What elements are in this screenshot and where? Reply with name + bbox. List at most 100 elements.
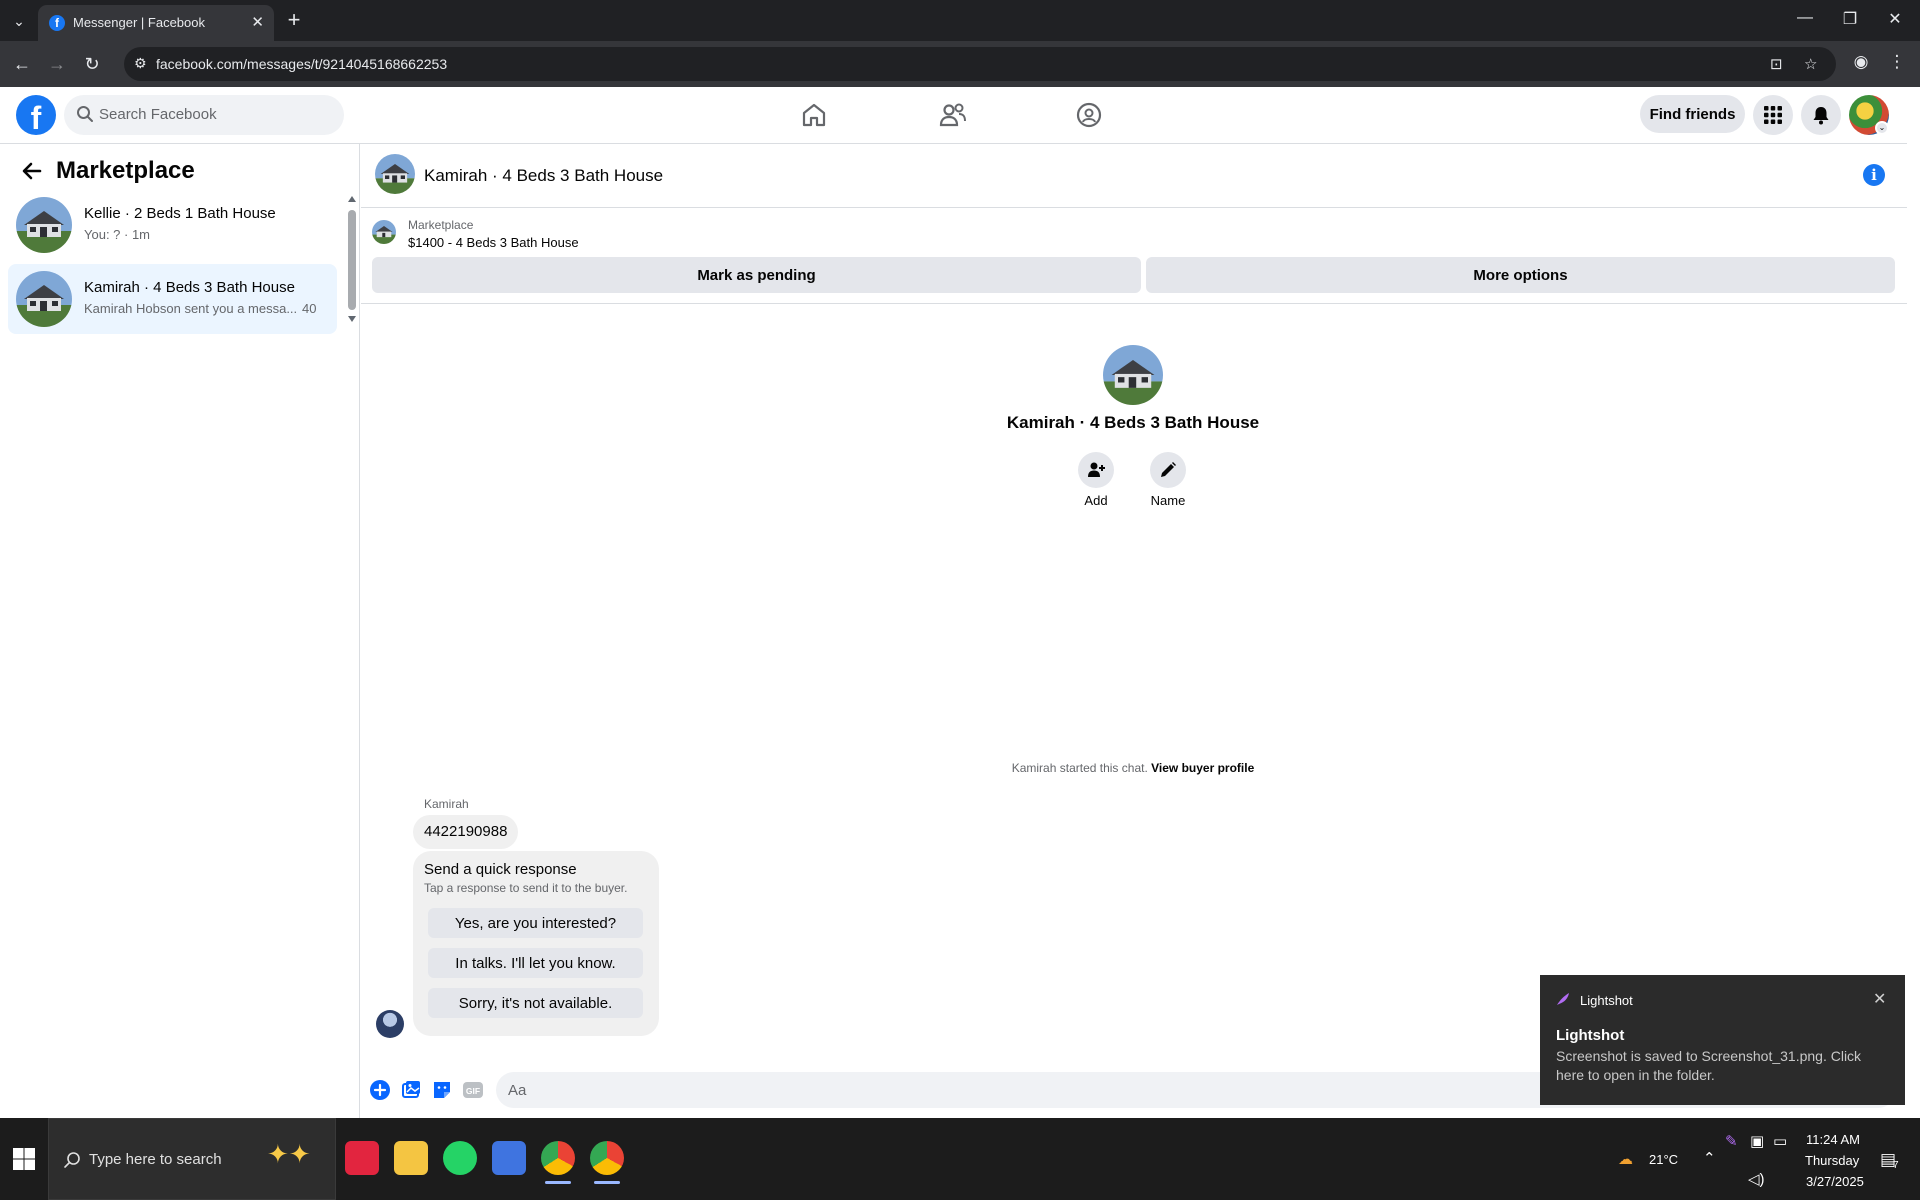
close-window-button[interactable]: ✕	[1883, 9, 1907, 29]
house-avatar	[16, 271, 72, 327]
back-arrow-icon[interactable]	[20, 159, 44, 183]
reload-button[interactable]: ↻	[80, 52, 104, 76]
bookmark-star-icon[interactable]: ☆	[1804, 55, 1817, 73]
volume-icon[interactable]: ◁)	[1748, 1170, 1765, 1188]
anydesk-app-icon[interactable]	[345, 1141, 379, 1175]
scroll-up-arrow-icon[interactable]	[348, 196, 356, 202]
house-avatar[interactable]	[1103, 345, 1163, 405]
chat-title[interactable]: Kamirah · 4 Beds 3 Bath House	[424, 166, 663, 186]
listing-thumbnail[interactable]	[372, 220, 396, 244]
temperature[interactable]: 21°C	[1649, 1152, 1678, 1167]
tab-search-button[interactable]: ⌄	[6, 8, 32, 34]
restore-button[interactable]: ❐	[1838, 9, 1862, 29]
listing-label: Marketplace	[408, 218, 474, 232]
chrome-profile-icon[interactable]	[590, 1141, 624, 1184]
message-bubble[interactable]: 4422190988	[413, 815, 519, 849]
sparkle-icon: ✦✦	[267, 1139, 311, 1169]
toast-title: Lightshot	[1556, 1027, 1625, 1044]
toast-app-name: Lightshot	[1580, 993, 1633, 1008]
search-icon	[77, 106, 93, 122]
browser-tab-messenger[interactable]: f Messenger | Facebook ✕	[38, 5, 274, 41]
profile-icon[interactable]: ◉	[1849, 52, 1873, 72]
friends-icon[interactable]	[937, 99, 969, 131]
gif-icon[interactable]: GIF	[462, 1079, 484, 1101]
conversation-kamirah[interactable]: Kamirah · 4 Beds 3 Bath House Kamirah Ho…	[8, 264, 337, 334]
marketplace-chats-panel: Marketplace Kellie · 2 Beds 1 Bath House…	[0, 144, 360, 1118]
facebook-logo[interactable]: f	[16, 95, 56, 136]
toast-message[interactable]: Screenshot is saved to Screenshot_31.png…	[1556, 1047, 1886, 1085]
taskbar-search[interactable]: Type here to search ✦✦	[48, 1118, 336, 1200]
conversation-scrollbar[interactable]	[347, 196, 357, 324]
chat-intro-name: Kamirah · 4 Beds 3 Bath House	[1006, 413, 1260, 432]
network-icon[interactable]: ▭	[1773, 1132, 1787, 1150]
info-icon[interactable]: i	[1863, 164, 1885, 186]
install-app-icon[interactable]: ⊡	[1770, 55, 1783, 73]
quick-response-not-available-button[interactable]: Sorry, it's not available.	[428, 988, 643, 1018]
browser-tab-bar: ⌄ f Messenger | Facebook ✕ + — ❐ ✕	[0, 0, 1920, 41]
page-scrollbar[interactable]	[1907, 87, 1920, 1118]
notifications-button[interactable]	[1801, 95, 1841, 135]
conversation-kellie[interactable]: Kellie · 2 Beds 1 Bath House You: ? · 1m	[8, 190, 337, 260]
chevron-down-icon[interactable]: ⌄	[1875, 121, 1889, 135]
facebook-favicon-icon: f	[49, 15, 65, 31]
name-chat-button[interactable]	[1150, 452, 1186, 488]
add-people-button[interactable]	[1078, 452, 1114, 488]
svg-text:GIF: GIF	[466, 1086, 480, 1096]
address-bar[interactable]: ⚙ facebook.com/messages/t/92140451686622…	[124, 47, 1836, 81]
chat-header: Kamirah · 4 Beds 3 Bath House i	[361, 144, 1907, 208]
snipping-tool-icon[interactable]	[492, 1141, 526, 1175]
tab-title: Messenger | Facebook	[73, 15, 205, 30]
weather-icon[interactable]: ☁	[1618, 1150, 1633, 1168]
lightshot-tray-icon[interactable]: ✎	[1725, 1132, 1738, 1150]
clock-day[interactable]: Thursday	[1805, 1153, 1859, 1168]
new-tab-button[interactable]: +	[282, 8, 306, 32]
conversation-preview: Kamirah Hobson sent you a messa...	[84, 301, 298, 316]
menu-button[interactable]	[1753, 95, 1793, 135]
windows-start-icon[interactable]	[12, 1147, 36, 1171]
sticker-icon[interactable]	[431, 1079, 453, 1101]
more-options-button[interactable]: More options	[1146, 257, 1895, 293]
sender-name: Kamirah	[424, 797, 469, 811]
lightshot-notification[interactable]: Lightshot ✕ Lightshot Screenshot is save…	[1540, 975, 1905, 1105]
url-text[interactable]: facebook.com/messages/t/9214045168662253	[156, 56, 447, 72]
back-button[interactable]: ←	[10, 52, 34, 76]
find-friends-button[interactable]: Find friends	[1640, 95, 1745, 133]
facebook-search[interactable]: Search Facebook	[64, 95, 344, 135]
tab-close-icon[interactable]: ✕	[251, 13, 264, 31]
clock-date[interactable]: 3/27/2025	[1806, 1174, 1864, 1189]
listing-bar: Marketplace $1400 - 4 Beds 3 Bath House …	[361, 208, 1907, 304]
plus-circle-icon[interactable]	[369, 1079, 391, 1101]
sender-avatar[interactable]	[376, 1010, 404, 1038]
groups-icon[interactable]	[1073, 99, 1105, 131]
home-icon[interactable]	[798, 99, 830, 131]
meet-icon[interactable]: ▣	[1750, 1132, 1764, 1150]
site-info-icon[interactable]: ⚙	[134, 55, 147, 72]
panel-title: Marketplace	[56, 157, 195, 184]
quick-response-in-talks-button[interactable]: In talks. I'll let you know.	[428, 948, 643, 978]
bell-icon	[1813, 107, 1829, 125]
listing-price[interactable]: $1400 - 4 Beds 3 Bath House	[408, 235, 579, 250]
scroll-down-arrow-icon[interactable]	[348, 316, 356, 322]
quick-response-interested-button[interactable]: Yes, are you interested?	[428, 908, 643, 938]
browser-menu-icon[interactable]: ⋮	[1885, 52, 1909, 72]
clock-time[interactable]: 11:24 AM	[1806, 1132, 1860, 1147]
quick-response-card: Send a quick response Tap a response to …	[413, 851, 659, 1036]
name-label: Name	[1150, 493, 1186, 508]
mark-as-pending-button[interactable]: Mark as pending	[372, 257, 1141, 293]
chrome-icon[interactable]	[541, 1141, 575, 1184]
view-buyer-profile-link[interactable]: View buyer profile	[1151, 761, 1254, 775]
photo-icon[interactable]	[400, 1079, 422, 1101]
notification-count: 7	[1893, 1160, 1899, 1171]
house-avatar[interactable]	[375, 154, 415, 194]
file-explorer-icon[interactable]	[394, 1141, 428, 1175]
chevron-up-icon[interactable]: ⌃	[1703, 1149, 1716, 1167]
minimize-button[interactable]: —	[1793, 9, 1817, 27]
conversation-time: 40	[302, 301, 317, 316]
forward-button[interactable]: →	[45, 52, 69, 76]
house-avatar	[16, 197, 72, 253]
windows-taskbar: Type here to search ✦✦ ☁ 21°C ⌃ ✎ ▣ ▭ ◁)…	[0, 1118, 1920, 1200]
whatsapp-icon[interactable]	[443, 1141, 477, 1175]
scroll-thumb[interactable]	[348, 210, 356, 310]
conversation-preview: You: ? · 1m	[84, 227, 151, 242]
close-icon[interactable]: ✕	[1873, 989, 1886, 1009]
